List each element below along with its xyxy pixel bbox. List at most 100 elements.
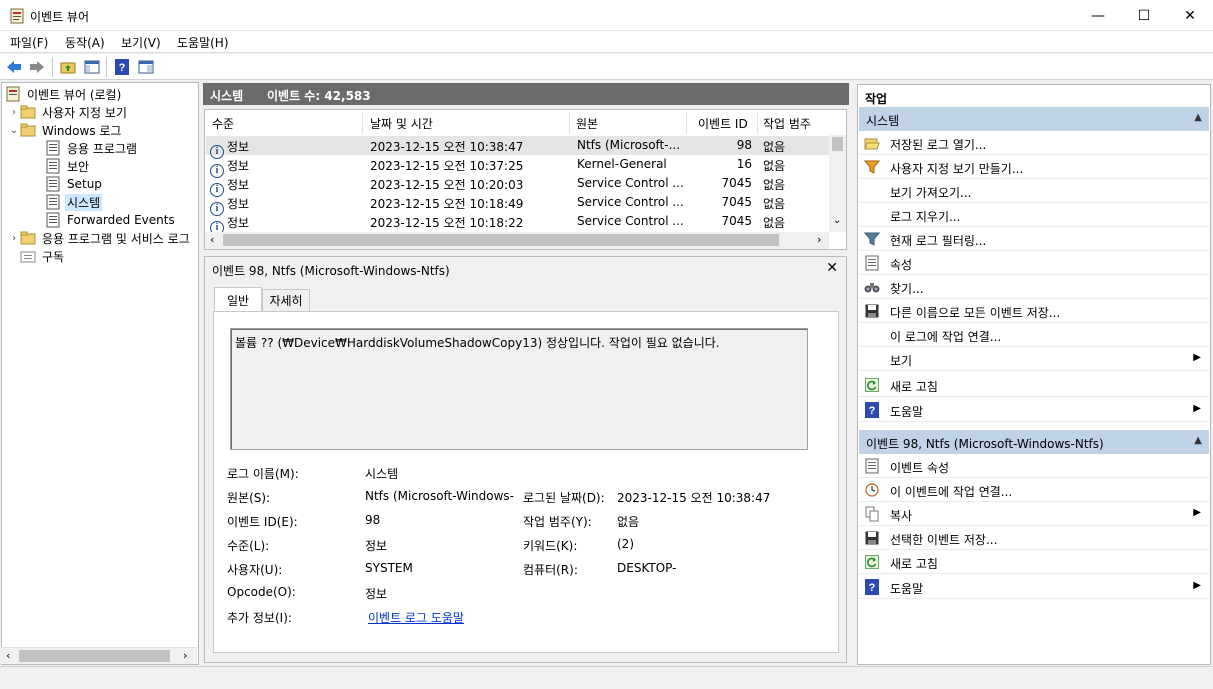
- action-properties[interactable]: 속성: [859, 251, 1209, 275]
- action-import-view[interactable]: 보기 가져오기...: [859, 179, 1209, 203]
- opcode-value[interactable]: 정보: [365, 585, 387, 602]
- maximize-button[interactable]: ☐: [1121, 0, 1167, 31]
- column-header-task-category[interactable]: 작업 범주: [763, 115, 811, 132]
- column-header-event-id[interactable]: 이벤트 ID: [698, 115, 748, 132]
- show-hide-tree-button[interactable]: [82, 57, 102, 77]
- tree-item-custom-views[interactable]: › 사용자 지정 보기: [8, 103, 129, 121]
- action-view[interactable]: 보기 ▶: [859, 347, 1209, 371]
- properties-icon: [864, 255, 880, 271]
- tree-item-windows-logs[interactable]: ⌄ Windows 로그: [8, 121, 123, 139]
- action-attach-task-to-event[interactable]: 이 이벤트에 작업 연결...: [859, 478, 1209, 502]
- forward-button[interactable]: [27, 57, 47, 77]
- help-button[interactable]: ?: [112, 57, 132, 77]
- collapse-icon[interactable]: ▲: [1194, 435, 1202, 446]
- expand-icon[interactable]: ›: [8, 233, 20, 244]
- column-header-level[interactable]: 수준: [212, 115, 234, 132]
- tab-general[interactable]: 일반: [214, 287, 262, 312]
- back-button[interactable]: [4, 57, 24, 77]
- action-copy[interactable]: 복사 ▶: [859, 502, 1209, 526]
- action-open-saved-log[interactable]: 저장된 로그 열기...: [859, 131, 1209, 155]
- scroll-down-icon[interactable]: ⌄: [833, 215, 841, 226]
- tree-label: 이벤트 뷰어 (로컬): [27, 87, 122, 102]
- event-viewer-icon: [5, 86, 21, 102]
- action-save-all-events-as[interactable]: 다른 이름으로 모든 이벤트 저장...: [859, 299, 1209, 323]
- close-icon[interactable]: ✕: [826, 260, 838, 276]
- tree-item-application[interactable]: 응용 프로그램: [45, 139, 139, 157]
- action-clear-log[interactable]: 로그 지우기...: [859, 203, 1209, 227]
- folder-icon: [20, 122, 36, 138]
- tree-item-root[interactable]: 이벤트 뷰어 (로컬): [5, 85, 123, 103]
- tree-item-system[interactable]: 시스템: [45, 193, 103, 211]
- menu-view[interactable]: 보기(V): [121, 34, 161, 51]
- source-value[interactable]: Ntfs (Microsoft-Windows-N: [365, 489, 515, 503]
- cell-level: 정보: [227, 159, 250, 173]
- tree-item-apps-services-logs[interactable]: › 응용 프로그램 및 서비스 로그: [8, 229, 198, 247]
- log-name-value[interactable]: 시스템: [365, 465, 398, 482]
- menu-help[interactable]: 도움말(H): [177, 34, 229, 51]
- menu-file[interactable]: 파일(F): [10, 34, 48, 51]
- tree-horizontal-scrollbar[interactable]: ‹ ›: [1, 647, 197, 664]
- maximize-icon: ☐: [1137, 7, 1151, 24]
- column-header-source[interactable]: 원본: [576, 115, 598, 132]
- minimize-button[interactable]: —: [1075, 0, 1121, 31]
- action-find[interactable]: 찾기...: [859, 275, 1209, 299]
- menu-bar: 파일(F) 동작(A) 보기(V) 도움말(H): [0, 31, 1213, 53]
- event-message-box[interactable]: 볼륨 ?? (₩Device₩HarddiskVolumeShadowCopy1…: [230, 328, 808, 450]
- action-create-custom-view[interactable]: 사용자 지정 보기 만들기...: [859, 155, 1209, 179]
- action-help-event[interactable]: ? 도움말 ▶: [859, 575, 1209, 599]
- save-icon: [864, 530, 880, 546]
- scroll-right-icon[interactable]: ›: [183, 649, 187, 662]
- table-row[interactable]: i 정보 2023-12-15 오전 10:18:22 Service Contr…: [206, 212, 830, 235]
- level-value[interactable]: 정보: [365, 537, 387, 554]
- up-folder-button[interactable]: [58, 57, 78, 77]
- tree-item-subscriptions[interactable]: 구독: [20, 247, 66, 265]
- action-refresh[interactable]: 새로 고침: [859, 373, 1209, 397]
- cell-source: Ntfs (Microsoft-...: [577, 138, 681, 152]
- event-id-value[interactable]: 98: [365, 513, 380, 527]
- show-hide-action-pane-button[interactable]: [136, 57, 156, 77]
- action-attach-task-to-log[interactable]: 이 로그에 작업 연결...: [859, 323, 1209, 347]
- actions-section-event[interactable]: 이벤트 98, Ntfs (Microsoft-Windows-Ntfs) ▲: [859, 430, 1209, 454]
- collapse-icon[interactable]: ⌄: [8, 125, 20, 136]
- expand-icon[interactable]: ›: [8, 107, 20, 118]
- table-row[interactable]: i 정보 2023-12-15 오전 10:20:03 Service Contr…: [206, 174, 830, 197]
- scroll-thumb[interactable]: [19, 650, 170, 662]
- task-category-value[interactable]: 없음: [617, 513, 639, 530]
- user-value[interactable]: SYSTEM: [365, 561, 413, 575]
- menu-action[interactable]: 동작(A): [65, 34, 105, 51]
- cell-level: 정보: [227, 216, 250, 230]
- table-row[interactable]: i 정보 2023-12-15 오전 10:18:49 Service Contr…: [206, 193, 830, 216]
- action-event-properties[interactable]: 이벤트 속성: [859, 454, 1209, 478]
- list-vertical-scrollbar[interactable]: ⌄: [829, 135, 846, 232]
- column-header-datetime[interactable]: 날짜 및 시간: [370, 115, 433, 132]
- collapse-icon[interactable]: ▲: [1194, 112, 1202, 123]
- action-refresh-event[interactable]: 새로 고침: [859, 550, 1209, 574]
- actions-section-log[interactable]: 시스템 ▲: [859, 107, 1209, 131]
- cell-category: 없음: [763, 197, 786, 211]
- tree-label: 구독: [42, 249, 65, 264]
- close-button[interactable]: ✕: [1167, 0, 1213, 31]
- scroll-thumb[interactable]: [223, 234, 779, 246]
- action-save-selected-events[interactable]: 선택한 이벤트 저장...: [859, 526, 1209, 550]
- list-horizontal-scrollbar[interactable]: ‹ ›: [205, 232, 829, 249]
- event-log-help-link[interactable]: 이벤트 로그 도움말: [368, 609, 464, 626]
- tree-item-forwarded-events[interactable]: Forwarded Events: [45, 211, 177, 229]
- action-help[interactable]: ? 도움말 ▶: [859, 398, 1209, 422]
- tab-details[interactable]: 자세히: [262, 289, 310, 311]
- action-label: 현재 로그 필터링...: [890, 234, 987, 248]
- scroll-right-icon[interactable]: ›: [817, 233, 821, 246]
- scroll-left-icon[interactable]: ‹: [6, 649, 10, 662]
- action-label: 보기: [890, 354, 913, 368]
- tree-item-security[interactable]: 보안: [45, 157, 91, 175]
- table-row[interactable]: i 정보 2023-12-15 오전 10:37:25 Kernel-Genera…: [206, 155, 830, 178]
- computer-value[interactable]: DESKTOP-: [617, 561, 676, 575]
- scroll-thumb[interactable]: [832, 137, 843, 151]
- action-filter-current-log[interactable]: 현재 로그 필터링...: [859, 227, 1209, 251]
- tree-item-setup[interactable]: Setup: [45, 175, 104, 193]
- table-row[interactable]: i 정보 2023-12-15 오전 10:38:47 Ntfs (Microso…: [206, 136, 830, 159]
- cell-source: Kernel-General: [577, 157, 667, 171]
- scroll-left-icon[interactable]: ‹: [210, 233, 214, 246]
- keywords-value[interactable]: (2): [617, 537, 634, 551]
- logged-value[interactable]: 2023-12-15 오전 10:38:47: [617, 489, 770, 506]
- tree-label: 응용 프로그램 및 서비스 로그: [42, 231, 190, 246]
